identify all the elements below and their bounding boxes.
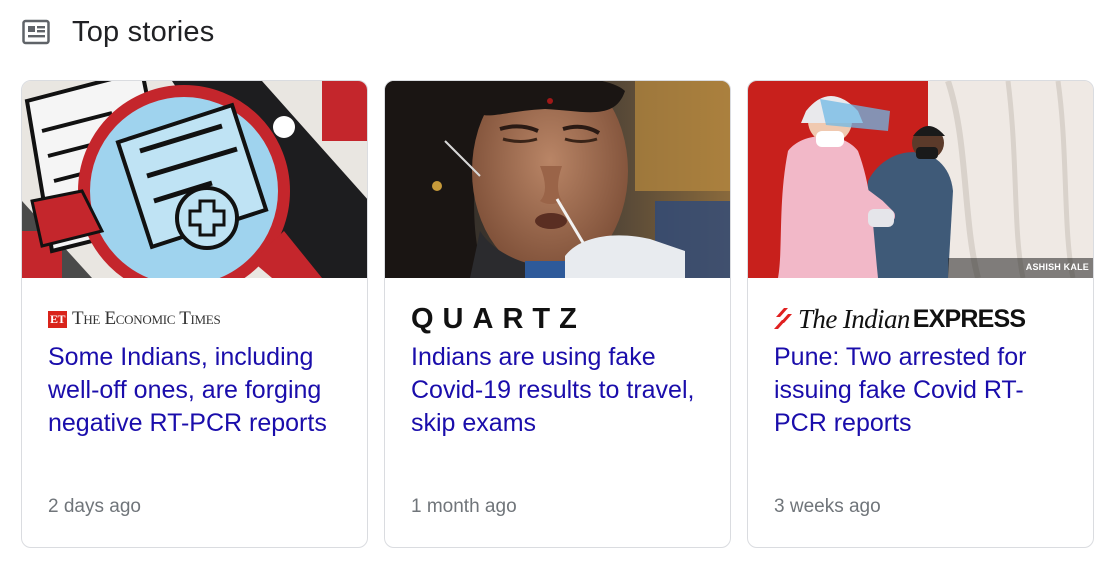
- source-name-express: EXPRESS: [912, 304, 1026, 333]
- story-timestamp: 2 days ago: [48, 496, 141, 517]
- story-thumbnail[interactable]: [22, 81, 367, 278]
- source-logo-indian-express: The Indian EXPRESS: [774, 303, 1026, 335]
- source-name: The Economic Times: [72, 308, 221, 329]
- section-title: Top stories: [72, 15, 215, 48]
- story-thumbnail[interactable]: ASHISH KALE: [748, 81, 1093, 278]
- health-worker-photo: [748, 81, 1093, 278]
- source-name-the-indian: The Indian: [798, 303, 910, 334]
- magnifier-document-illustration: [22, 81, 367, 278]
- story-card-quartz[interactable]: QUARTZ Indians are using fake Covid-19 r…: [384, 80, 731, 548]
- source-name: QUARTZ: [411, 302, 586, 335]
- image-credit: ASHISH KALE: [1025, 262, 1089, 272]
- story-card-indian-express[interactable]: ASHISH KALE The Indian EXPRESS Pune: Two…: [747, 80, 1094, 548]
- news-icon: [22, 19, 50, 45]
- et-badge: ET: [48, 310, 68, 328]
- story-thumbnail[interactable]: [385, 81, 730, 278]
- nasal-swab-photo: [385, 81, 730, 278]
- source-logo-quartz: QUARTZ: [411, 303, 586, 335]
- top-stories-header: Top stories: [22, 14, 214, 50]
- story-headline[interactable]: Pune: Two arrested for issuing fake Covi…: [774, 341, 1074, 440]
- story-headline[interactable]: Indians are using fake Covid-19 results …: [411, 341, 711, 440]
- source-logo-economic-times: ET The Economic Times: [48, 303, 221, 335]
- story-timestamp: 1 month ago: [411, 496, 517, 517]
- story-timestamp: 3 weeks ago: [774, 496, 881, 517]
- story-card-economic-times[interactable]: ET The Economic Times Some Indians, incl…: [21, 80, 368, 548]
- indian-express-mark-icon: [774, 308, 792, 329]
- story-headline[interactable]: Some Indians, including well-off ones, a…: [48, 341, 348, 440]
